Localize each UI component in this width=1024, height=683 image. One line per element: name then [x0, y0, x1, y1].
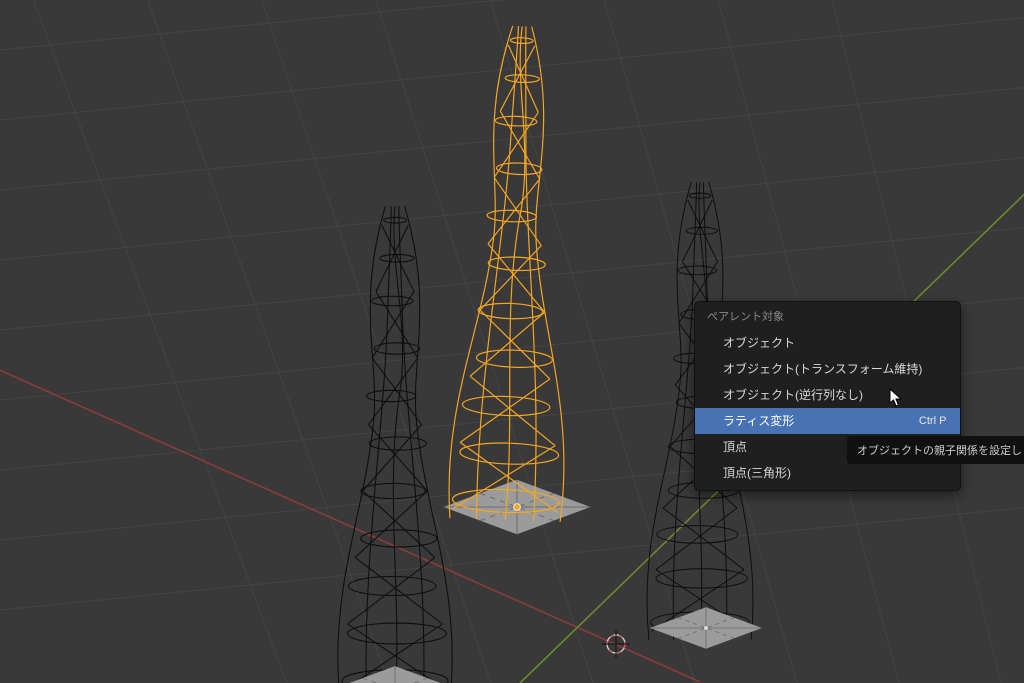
menu-item-object[interactable]: オブジェクト — [695, 330, 960, 356]
menu-item-label: オブジェクト — [723, 334, 795, 352]
origin-dot — [514, 504, 521, 511]
menu-item-shortcut: Ctrl P — [919, 412, 947, 430]
menu-item-lattice-deform[interactable]: ラティス変形 Ctrl P — [695, 408, 960, 434]
menu-item-label: オブジェクト(トランスフォーム維持) — [723, 360, 922, 378]
menu-item-label: 頂点(三角形) — [723, 464, 791, 482]
menu-item-object-keep-transform[interactable]: オブジェクト(トランスフォーム維持) — [695, 356, 960, 382]
menu-item-label: ラティス変形 — [723, 412, 794, 430]
operator-tooltip: オブジェクトの親子関係を設定します: — [847, 436, 1024, 464]
menu-item-object-no-inverse[interactable]: オブジェクト(逆行列なし) — [695, 382, 960, 408]
parent-menu-header: ペアレント対象 — [695, 302, 960, 330]
menu-item-label: 頂点 — [723, 438, 747, 456]
menu-item-label: オブジェクト(逆行列なし) — [723, 386, 863, 404]
